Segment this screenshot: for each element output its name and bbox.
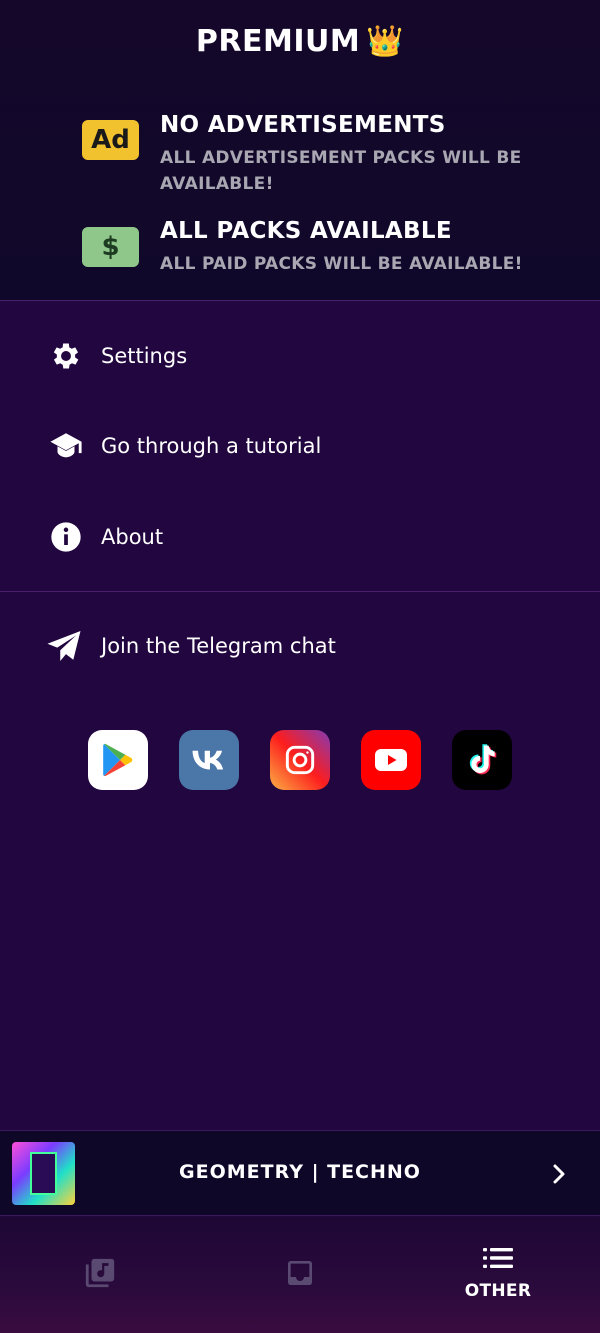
social-links: [88, 730, 512, 790]
divider: [0, 300, 600, 301]
feature-all-packs: $ ALL PACKS AVAILABLE ALL PAID PACKS WIL…: [82, 218, 560, 278]
list-icon: [483, 1247, 513, 1273]
feature-description: ALL PAID PACKS WILL BE AVAILABLE!: [160, 254, 523, 274]
premium-title-text: PREMIUM: [195, 24, 361, 59]
tab-inbox[interactable]: [200, 1217, 400, 1333]
menu-label: About: [101, 525, 164, 549]
feature-title: NO ADVERTISEMENTS: [160, 112, 446, 138]
tab-label: OTHER: [464, 1281, 532, 1301]
google-play-icon[interactable]: [88, 730, 148, 790]
premium-banner[interactable]: PREMIUM 👑 Ad NO ADVERTISEMENTS ALL ADVERT…: [0, 0, 600, 300]
menu-label: Go through a tutorial: [101, 434, 322, 458]
menu-item-about[interactable]: About: [0, 507, 600, 567]
divider: [0, 591, 600, 592]
tiktok-icon[interactable]: [452, 730, 512, 790]
menu-item-tutorial[interactable]: Go through a tutorial: [0, 416, 600, 476]
graduation-cap-icon: [48, 428, 84, 464]
inbox-icon: [284, 1257, 316, 1293]
tab-library[interactable]: [0, 1217, 200, 1333]
telegram-icon: [46, 628, 82, 664]
tab-other[interactable]: OTHER: [398, 1217, 598, 1333]
feature-title: ALL PACKS AVAILABLE: [160, 218, 452, 244]
now-playing-bar[interactable]: GEOMETRY | TECHNO: [0, 1130, 600, 1216]
menu-item-settings[interactable]: Settings: [0, 326, 600, 386]
bottom-navigation: OTHER: [0, 1217, 600, 1333]
feature-description: ALL ADVERTISEMENT PACKS WILL BE AVAILABL…: [160, 148, 522, 194]
crown-icon: 👑: [366, 24, 405, 59]
youtube-icon[interactable]: [361, 730, 421, 790]
music-library-icon: [83, 1256, 117, 1294]
dollar-icon: $: [82, 227, 139, 267]
ad-icon: Ad: [82, 120, 139, 160]
menu-label: Join the Telegram chat: [101, 634, 336, 658]
feature-no-ads: Ad NO ADVERTISEMENTS ALL ADVERTISEMENT P…: [82, 112, 560, 202]
instagram-icon[interactable]: [270, 730, 330, 790]
gear-icon: [48, 338, 84, 374]
menu-item-telegram[interactable]: Join the Telegram chat: [0, 616, 600, 676]
now-playing-title: GEOMETRY | TECHNO: [179, 1161, 421, 1183]
album-artwork: [12, 1142, 75, 1205]
premium-title: PREMIUM 👑: [0, 24, 600, 59]
vk-icon[interactable]: [179, 730, 239, 790]
info-icon: [48, 519, 84, 555]
menu-label: Settings: [101, 344, 188, 368]
chevron-right-icon[interactable]: [552, 1163, 566, 1189]
